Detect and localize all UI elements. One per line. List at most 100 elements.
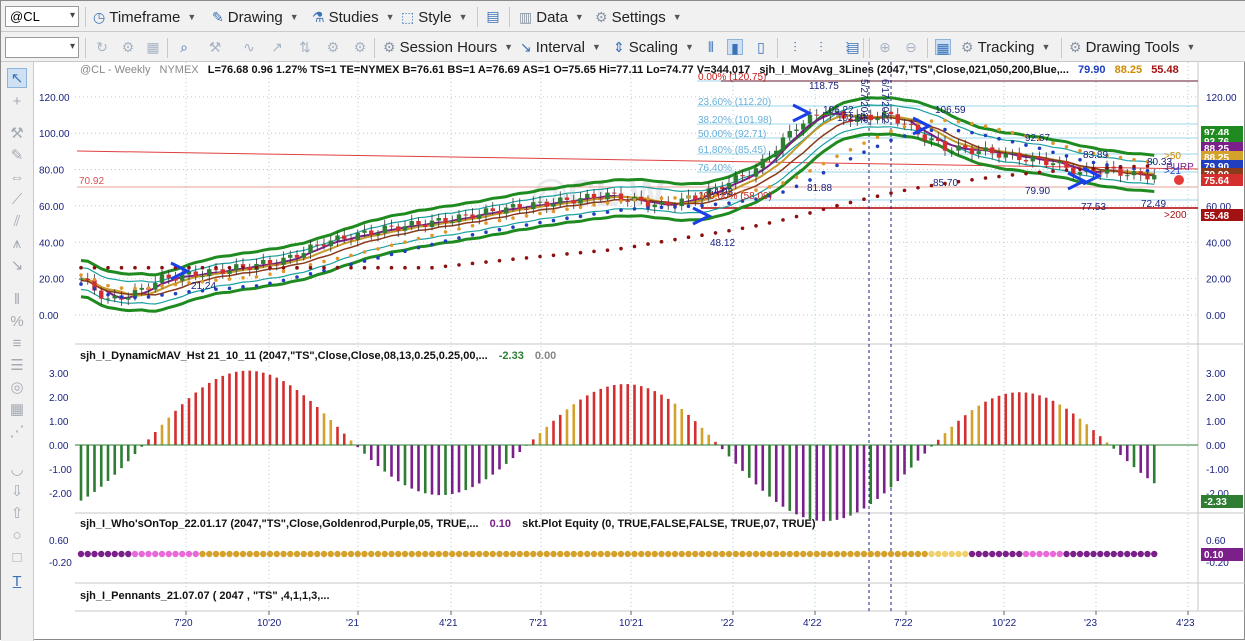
- percent-icon[interactable]: %: [7, 312, 27, 332]
- refresh-icon[interactable]: ↻: [94, 39, 110, 55]
- candlestick-icon[interactable]: ▮: [727, 39, 743, 56]
- zoom-out-icon[interactable]: ⊖: [903, 39, 919, 55]
- whos-on-top-dot: [692, 550, 699, 558]
- settings-menu[interactable]: ⚙ Settings ▼: [595, 6, 682, 28]
- candle-body: [814, 114, 819, 116]
- bars-icon[interactable]: ⫶: [787, 39, 803, 55]
- pulse-icon[interactable]: ∿: [241, 39, 257, 55]
- whos-on-top-dot: [212, 550, 220, 558]
- interval-label: Interval: [535, 38, 585, 56]
- ma-21-dot: [416, 245, 421, 250]
- whos-on-top-dot: [1124, 550, 1131, 558]
- ma-200-dot: [295, 265, 299, 270]
- candle-body: [193, 271, 198, 277]
- object-icon[interactable]: ⚙: [325, 39, 341, 55]
- bars-compact-icon[interactable]: ⫶: [813, 39, 829, 55]
- ma-50-dot: [106, 283, 110, 288]
- trend-icon[interactable]: ↗: [269, 39, 285, 55]
- crosshair-icon[interactable]: +: [7, 92, 27, 112]
- candle-body: [902, 123, 907, 125]
- data-menu[interactable]: ▥ Data ▼: [519, 6, 584, 28]
- bar-type-icon[interactable]: ⫴: [703, 39, 719, 55]
- fan-icon[interactable]: ⋰: [7, 422, 27, 442]
- whos-on-top-dot: [894, 550, 901, 558]
- interval-menu[interactable]: ↘ Interval ▼: [520, 36, 601, 58]
- y-tick-label-right: 20.00: [1206, 275, 1231, 286]
- candle-body: [159, 274, 165, 283]
- layout-icon[interactable]: ▤: [485, 8, 501, 24]
- studies-icon[interactable]: ⚙: [352, 39, 368, 55]
- candle-body: [153, 282, 158, 290]
- grid: [75, 62, 1198, 611]
- grid-icon[interactable]: ▦: [145, 39, 161, 55]
- candle-body: [490, 208, 495, 212]
- arrow-up-icon[interactable]: ⇧: [7, 504, 27, 524]
- pitchfork-icon[interactable]: ⩚: [7, 234, 27, 254]
- rectangle-icon[interactable]: □: [7, 548, 27, 568]
- fib-label: 0.00% (120.75): [698, 72, 766, 83]
- ma-21-dot: [794, 184, 799, 189]
- vbars-icon[interactable]: ‖: [7, 290, 27, 310]
- candle-body: [659, 201, 664, 205]
- ma-200-dot: [727, 228, 731, 233]
- timeframe-menu[interactable]: ◷ Timeframe ▼: [93, 6, 196, 28]
- chart-type-select[interactable]: ▾: [5, 37, 79, 58]
- whos-on-top-dot: [658, 550, 665, 558]
- whos-on-top-dot: [759, 550, 766, 558]
- candle-body: [234, 264, 239, 271]
- histogram: [75, 370, 1198, 522]
- compare-icon[interactable]: ⇅: [297, 39, 313, 55]
- style-menu[interactable]: ⬚ Style ▼: [401, 6, 468, 28]
- ma-tag: >200: [1164, 210, 1187, 221]
- ellipse-icon[interactable]: ○: [7, 526, 27, 546]
- symbol-input[interactable]: @CL ▾: [5, 6, 79, 27]
- drawing-tools-menu[interactable]: ⚙ Drawing Tools ▼: [1069, 36, 1195, 58]
- scaling-menu[interactable]: ⇕ Scaling ▼: [613, 36, 694, 58]
- p2-tick-label: 3.00: [49, 369, 69, 380]
- session-hours-menu[interactable]: ⚙ Session Hours ▼: [383, 36, 513, 58]
- ma-200-dot: [1078, 167, 1082, 172]
- gann-icon[interactable]: ▦: [7, 400, 27, 420]
- hollow-candle-icon[interactable]: ▯: [753, 39, 769, 55]
- ma-21-dot: [308, 272, 313, 276]
- window-layout-icon[interactable]: ▤: [845, 39, 861, 55]
- ma-21-dot: [619, 208, 623, 212]
- wrench-icon[interactable]: ⚒: [7, 124, 27, 144]
- ma-200-dot: [403, 265, 407, 270]
- arc-icon[interactable]: ◡: [7, 460, 27, 480]
- link-icon[interactable]: ⚙: [120, 39, 136, 55]
- pennant-arrow: [170, 261, 191, 281]
- whos-on-top-dot: [624, 550, 631, 558]
- spiral-icon[interactable]: ◎: [7, 378, 27, 398]
- zoom-in-icon[interactable]: ⊕: [877, 39, 893, 55]
- whos-on-top-dot: [995, 550, 1003, 558]
- ma-200-dot: [983, 176, 988, 180]
- arrows-h-icon[interactable]: ⇔: [7, 168, 27, 188]
- text-tool-icon[interactable]: T̲: [7, 572, 27, 592]
- magnify-icon[interactable]: ⌕: [176, 39, 192, 55]
- left-tool-panel: ↖ + ⚒ ✎ ⇔ ⟋ ⫽ ⩚ ↘ ‖ % ≡ ☰ ◎ ▦ ⋰ ◡ ⇩ ⇧ ○ …: [1, 62, 34, 641]
- studies-menu[interactable]: ⚗ Studies ▼: [312, 6, 395, 28]
- ma-21-dot: [1145, 168, 1150, 173]
- tracking-menu[interactable]: ⚙ Tracking ▼: [961, 36, 1050, 58]
- whos-on-top-dot: [273, 550, 280, 558]
- ma-21-dot: [578, 214, 583, 219]
- tool-icon[interactable]: ⚒: [207, 39, 223, 55]
- pointer-icon[interactable]: ↖: [7, 68, 27, 88]
- channel-icon[interactable]: ⫽: [7, 212, 27, 232]
- ma-200-dot: [281, 265, 286, 270]
- drawing-menu[interactable]: ✎ Drawing ▼: [212, 6, 299, 28]
- ma-50-dot: [214, 278, 218, 282]
- trendline-icon[interactable]: ↘: [7, 256, 27, 276]
- whos-on-top-dot: [77, 550, 85, 558]
- data-window-icon[interactable]: ▦: [935, 39, 951, 56]
- candle-body: [976, 151, 981, 155]
- fib-icon[interactable]: ≡: [7, 334, 27, 354]
- ma-21-dot: [403, 249, 407, 254]
- ma-50-dot: [740, 190, 745, 194]
- whos-on-top-dot: [341, 550, 348, 558]
- arrow-down-icon[interactable]: ⇩: [7, 482, 27, 502]
- levels-icon[interactable]: ☰: [7, 356, 27, 376]
- line-icon[interactable]: ⟋: [7, 190, 27, 210]
- pen-icon[interactable]: ✎: [7, 146, 27, 166]
